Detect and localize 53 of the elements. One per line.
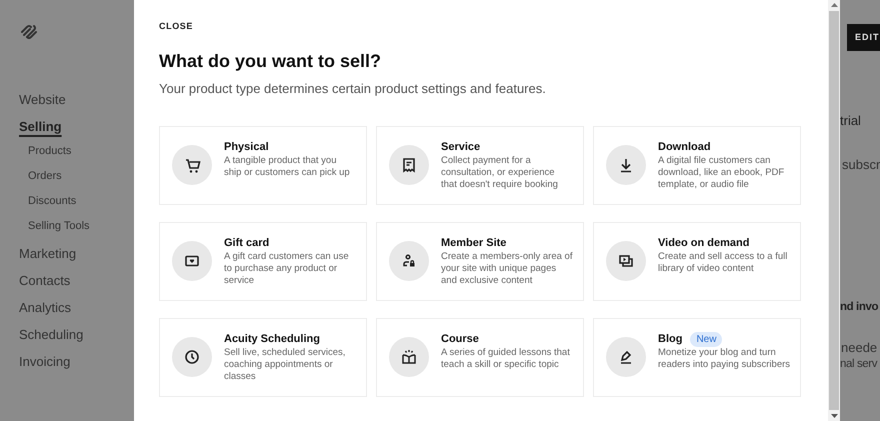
close-button[interactable]: CLOSE: [159, 21, 801, 31]
option-title: Course: [441, 333, 479, 345]
option-description: A series of guided lessons that teach a skill or specific topic: [441, 347, 571, 371]
option-title: Download: [658, 141, 711, 153]
option-description: A digital file customers can download, like an ebook, PDF template, or audio file: [658, 155, 786, 191]
option-description: A tangible product that you ship or customers can pick up: [224, 155, 351, 179]
option-title: Blog: [658, 333, 682, 345]
option-card[interactable]: Blog New Monetize your blog and turn readers into paying subscribers: [593, 318, 801, 397]
scrollbar-thumb[interactable]: [829, 11, 839, 410]
nav-subitem[interactable]: Orders: [19, 169, 62, 195]
nav-item[interactable]: Contacts: [19, 272, 70, 299]
option-description: Create and sell access to a full library of video content: [658, 251, 788, 275]
logo-icon: [20, 24, 38, 40]
scroll-down-icon[interactable]: [830, 414, 838, 418]
background-text: nd invo: [840, 301, 878, 313]
modal-title: What do you want to sell?: [159, 51, 382, 72]
option-card[interactable]: Physical A tangible product that you ship or customers can pick up: [159, 126, 367, 205]
nav-item[interactable]: Invoicing: [19, 353, 70, 380]
nav-item[interactable]: Scheduling: [19, 326, 84, 353]
option-description: Monetize your blog and turn readers into paying subscribers: [658, 347, 790, 371]
option-title: Gift card: [224, 237, 270, 249]
option-title: Acuity Scheduling: [224, 333, 320, 345]
new-badge: New: [690, 332, 722, 346]
option-card[interactable]: Course A series of guided lessons that teach a skill or specific topic: [376, 318, 584, 397]
option-card[interactable]: Gift card A gift card customers can use to purchase any product or service: [159, 222, 367, 301]
background-text: subscr: [842, 157, 880, 172]
option-title: Service: [441, 141, 480, 153]
background-text: neede: [841, 340, 878, 355]
option-description: Sell live, scheduled services, coaching appointments or classes: [224, 347, 346, 383]
scrollbar[interactable]: [828, 0, 840, 421]
background-text: trial: [840, 113, 861, 128]
background-text: nal serv: [840, 358, 878, 370]
nav-item[interactable]: Selling: [19, 118, 62, 145]
option-description: A gift card customers can use to purchase any product or service: [224, 251, 350, 287]
nav-subitem[interactable]: Discounts: [19, 194, 76, 220]
nav-item[interactable]: Analytics: [19, 299, 72, 326]
modal-subtitle: Your product type determines certain product settings and features.: [159, 81, 547, 96]
nav-subitem[interactable]: Selling Tools: [19, 219, 90, 245]
option-title: Member Site: [441, 237, 506, 249]
option-description: Collect payment for a consultation, or experience that doesn't require booking: [441, 155, 559, 191]
option-title: Physical: [224, 141, 269, 153]
option-card[interactable]: Video on demand Create and sell access to a full library of video content: [593, 222, 801, 301]
scroll-up-icon[interactable]: [830, 3, 838, 7]
nav-item[interactable]: Marketing: [19, 245, 76, 272]
nav-subitem[interactable]: Products: [19, 144, 72, 170]
option-description: Create a members-only area of your site with unique pages and exclusive content: [441, 251, 573, 287]
option-card[interactable]: Member Site Create a members-only area of your site with unique pages and exclusive content: [376, 222, 584, 301]
option-card[interactable]: Acuity Scheduling Sell live, scheduled services, coaching appointments or classes: [159, 318, 367, 397]
option-title: Video on demand: [658, 237, 750, 249]
nav-item[interactable]: Website: [19, 91, 66, 118]
edit-button[interactable]: EDIT: [847, 24, 880, 51]
option-card[interactable]: Service Collect payment for a consultation, or experience that doesn't require booking: [376, 126, 584, 205]
option-card[interactable]: Download A digital file customers can download, like an ebook, PDF template, or audio file: [593, 126, 801, 205]
